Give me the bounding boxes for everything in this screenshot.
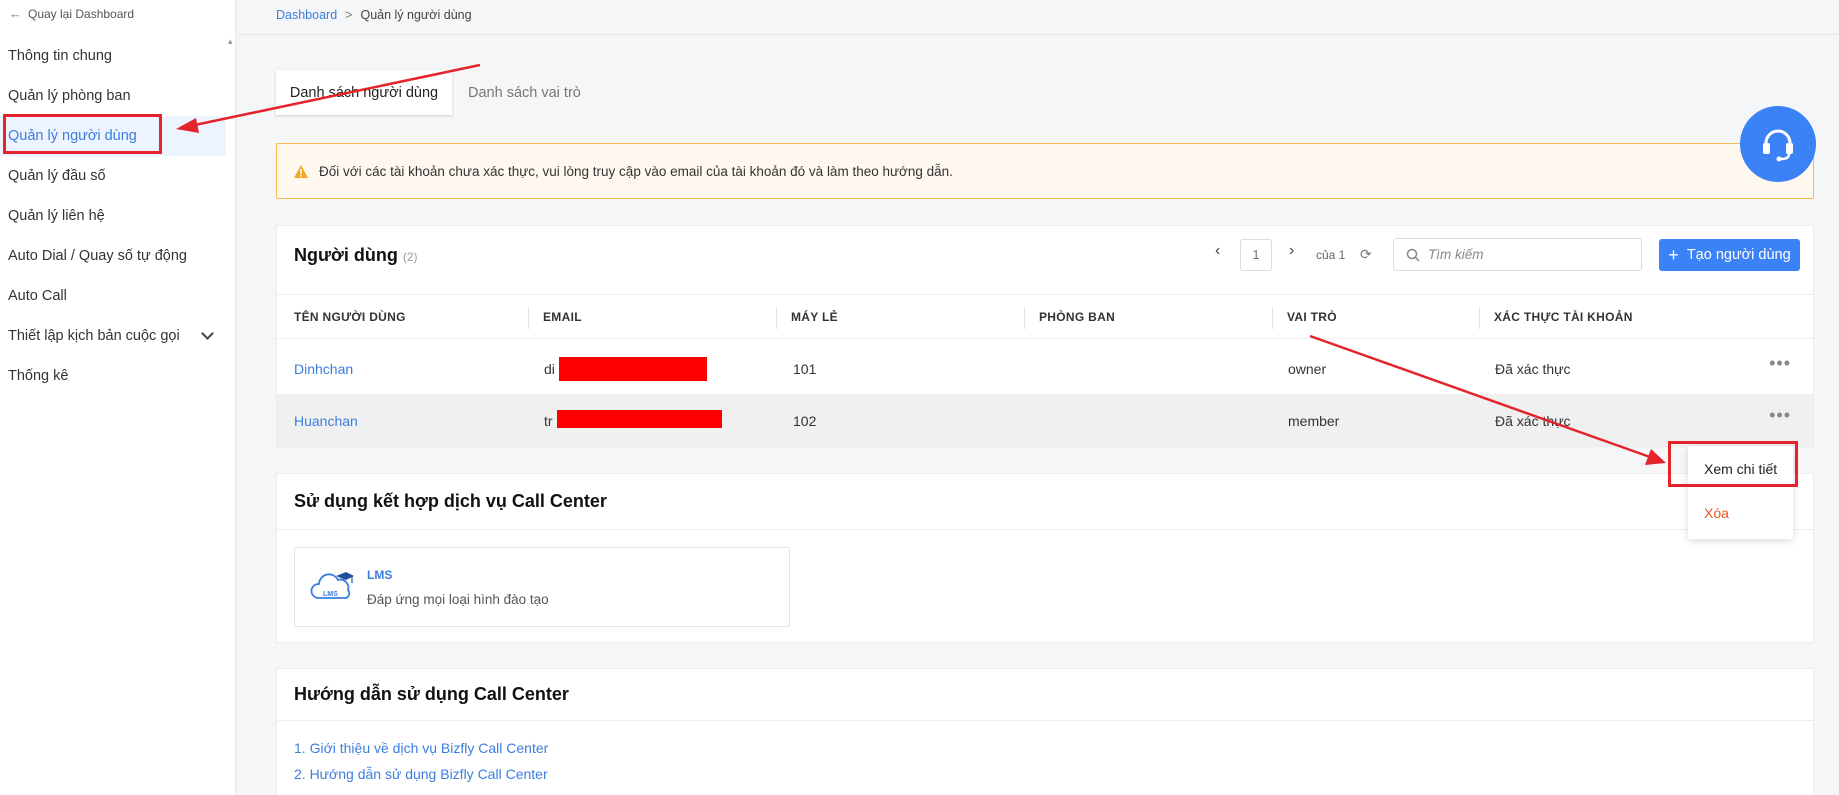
lms-title: LMS <box>367 568 393 582</box>
guide-card: Hướng dẫn sử dụng Call Center 1. Giới th… <box>276 668 1814 795</box>
plus-icon: + <box>1668 245 1679 265</box>
annotation-arrowhead <box>1645 449 1666 465</box>
sidebar-item-contacts[interactable]: Quản lý liên hệ <box>0 196 226 236</box>
breadcrumb: Dashboard > Quản lý người dùng <box>276 8 472 22</box>
annotation-highlight-box <box>1668 441 1798 487</box>
table-row: Huanchan tr 102 member Đã xác thực ••• <box>277 395 1813 447</box>
guide-link-intro[interactable]: 1. Giới thiệu về dịch vụ Bizfly Call Cen… <box>294 740 548 756</box>
column-divider <box>776 307 777 329</box>
lms-cloud-icon: LMS <box>310 572 354 599</box>
arrow-left-icon: ← <box>9 6 22 21</box>
column-divider <box>1479 307 1480 329</box>
tab-user-list[interactable]: Danh sách người dùng <box>276 70 452 115</box>
page-of-label: của 1 <box>1316 248 1346 262</box>
table-row: Dinhchan di 101 owner Đã xác thực ••• <box>277 343 1813 395</box>
refresh-icon[interactable]: ⟳ <box>1360 246 1372 263</box>
col-extension: MÁY LẺ <box>791 310 838 324</box>
redacted-email <box>557 410 722 428</box>
delete-menu-item[interactable]: Xóa <box>1704 505 1729 521</box>
sidebar-item-auto-dial[interactable]: Auto Dial / Quay số tự động <box>0 236 226 276</box>
guide-header: Hướng dẫn sử dụng Call Center <box>277 669 1813 721</box>
chevron-right-icon[interactable]: › <box>1289 242 1294 260</box>
guide-link-usage[interactable]: 2. Hướng dẫn sử dụng Bizfly Call Center <box>294 766 548 782</box>
users-title-text: Người dùng <box>294 245 398 265</box>
user-extension: 102 <box>793 413 817 429</box>
headset-icon <box>1763 129 1793 162</box>
warning-icon <box>294 164 308 178</box>
redacted-email <box>559 357 707 381</box>
services-header: Sử dụng kết hợp dịch vụ Call Center <box>277 474 1813 530</box>
guide-title: Hướng dẫn sử dụng Call Center <box>294 684 569 704</box>
search-icon <box>1406 248 1420 262</box>
annotation-highlight-box <box>3 114 162 154</box>
users-title: Người dùng (2) <box>294 245 418 266</box>
lms-service-item[interactable]: LMS LMS Đáp ứng mọi loại hình đào tạo <box>294 547 790 627</box>
col-department: PHÒNG BAN <box>1039 310 1116 324</box>
alert-text: Đối với các tài khoản chưa xác thực, vui… <box>319 163 953 179</box>
user-email: tr <box>544 413 553 429</box>
user-name-link[interactable]: Dinhchan <box>294 361 353 377</box>
services-card: Sử dụng kết hợp dịch vụ Call Center LMS … <box>276 473 1814 643</box>
more-options-icon[interactable]: ••• <box>1769 405 1791 426</box>
lms-icon-label: LMS <box>323 591 338 598</box>
column-divider <box>528 307 529 329</box>
user-role: owner <box>1288 361 1327 377</box>
users-count: (2) <box>402 250 418 264</box>
user-role: member <box>1288 413 1340 429</box>
breadcrumb-separator: > <box>345 8 353 22</box>
chevron-left-icon[interactable]: ‹ <box>1215 242 1220 260</box>
scroll-up-icon[interactable]: ▴ <box>228 36 233 47</box>
search-input[interactable] <box>1428 247 1618 262</box>
column-divider <box>1024 307 1025 329</box>
sidebar-item-auto-call[interactable]: Auto Call <box>0 276 226 316</box>
create-user-button[interactable]: + Tạo người dùng <box>1659 239 1800 271</box>
lms-description: Đáp ứng mọi loại hình đào tạo <box>367 592 549 607</box>
column-divider <box>1272 307 1273 329</box>
sidebar-item-departments[interactable]: Quản lý phòng ban <box>0 76 226 116</box>
create-user-label: Tạo người dùng <box>1686 247 1791 263</box>
side-menu: Thông tin chung Quản lý phòng ban Quản l… <box>0 36 226 396</box>
table-header: TÊN NGƯỜI DÙNG EMAIL MÁY LẺ PHÒNG BAN VA… <box>277 294 1813 339</box>
chevron-down-icon <box>201 327 214 340</box>
tab-role-list[interactable]: Danh sách vai trò <box>468 70 581 115</box>
services-title: Sử dụng kết hợp dịch vụ Call Center <box>294 491 607 511</box>
sidebar-item-call-script[interactable]: Thiết lập kịch bản cuộc gọi <box>0 316 226 356</box>
col-verification: XÁC THỰC TÀI KHOẢN <box>1494 310 1633 324</box>
sidebar-item-statistics[interactable]: Thống kê <box>0 356 226 396</box>
page-number[interactable]: 1 <box>1240 239 1272 271</box>
unverified-alert: Đối với các tài khoản chưa xác thực, vui… <box>276 143 1814 199</box>
user-verification: Đã xác thực <box>1495 413 1571 429</box>
header-divider <box>237 34 1839 35</box>
search-box[interactable] <box>1393 238 1642 271</box>
sidebar-item-numbers[interactable]: Quản lý đầu số <box>0 156 226 196</box>
col-role: VAI TRÒ <box>1287 310 1337 324</box>
user-name-link[interactable]: Huanchan <box>294 413 358 429</box>
breadcrumb-current: Quản lý người dùng <box>360 8 472 22</box>
support-button[interactable] <box>1740 106 1816 182</box>
col-email: EMAIL <box>543 310 582 324</box>
user-email: di <box>544 361 555 377</box>
users-card: Người dùng (2) ‹ 1 › của 1 ⟳ + Tạo người… <box>276 225 1814 447</box>
more-options-icon[interactable]: ••• <box>1769 353 1791 374</box>
breadcrumb-dashboard-link[interactable]: Dashboard <box>276 8 337 22</box>
user-extension: 101 <box>793 361 817 377</box>
col-username: TÊN NGƯỜI DÙNG <box>294 310 406 324</box>
back-label: Quay lại Dashboard <box>28 6 135 21</box>
user-verification: Đã xác thực <box>1495 361 1571 377</box>
sidebar-item-general[interactable]: Thông tin chung <box>0 36 226 76</box>
sidebar-item-label: Thiết lập kịch bản cuộc gọi <box>8 328 180 344</box>
back-to-dashboard-link[interactable]: ← Quay lại Dashboard <box>9 6 134 21</box>
